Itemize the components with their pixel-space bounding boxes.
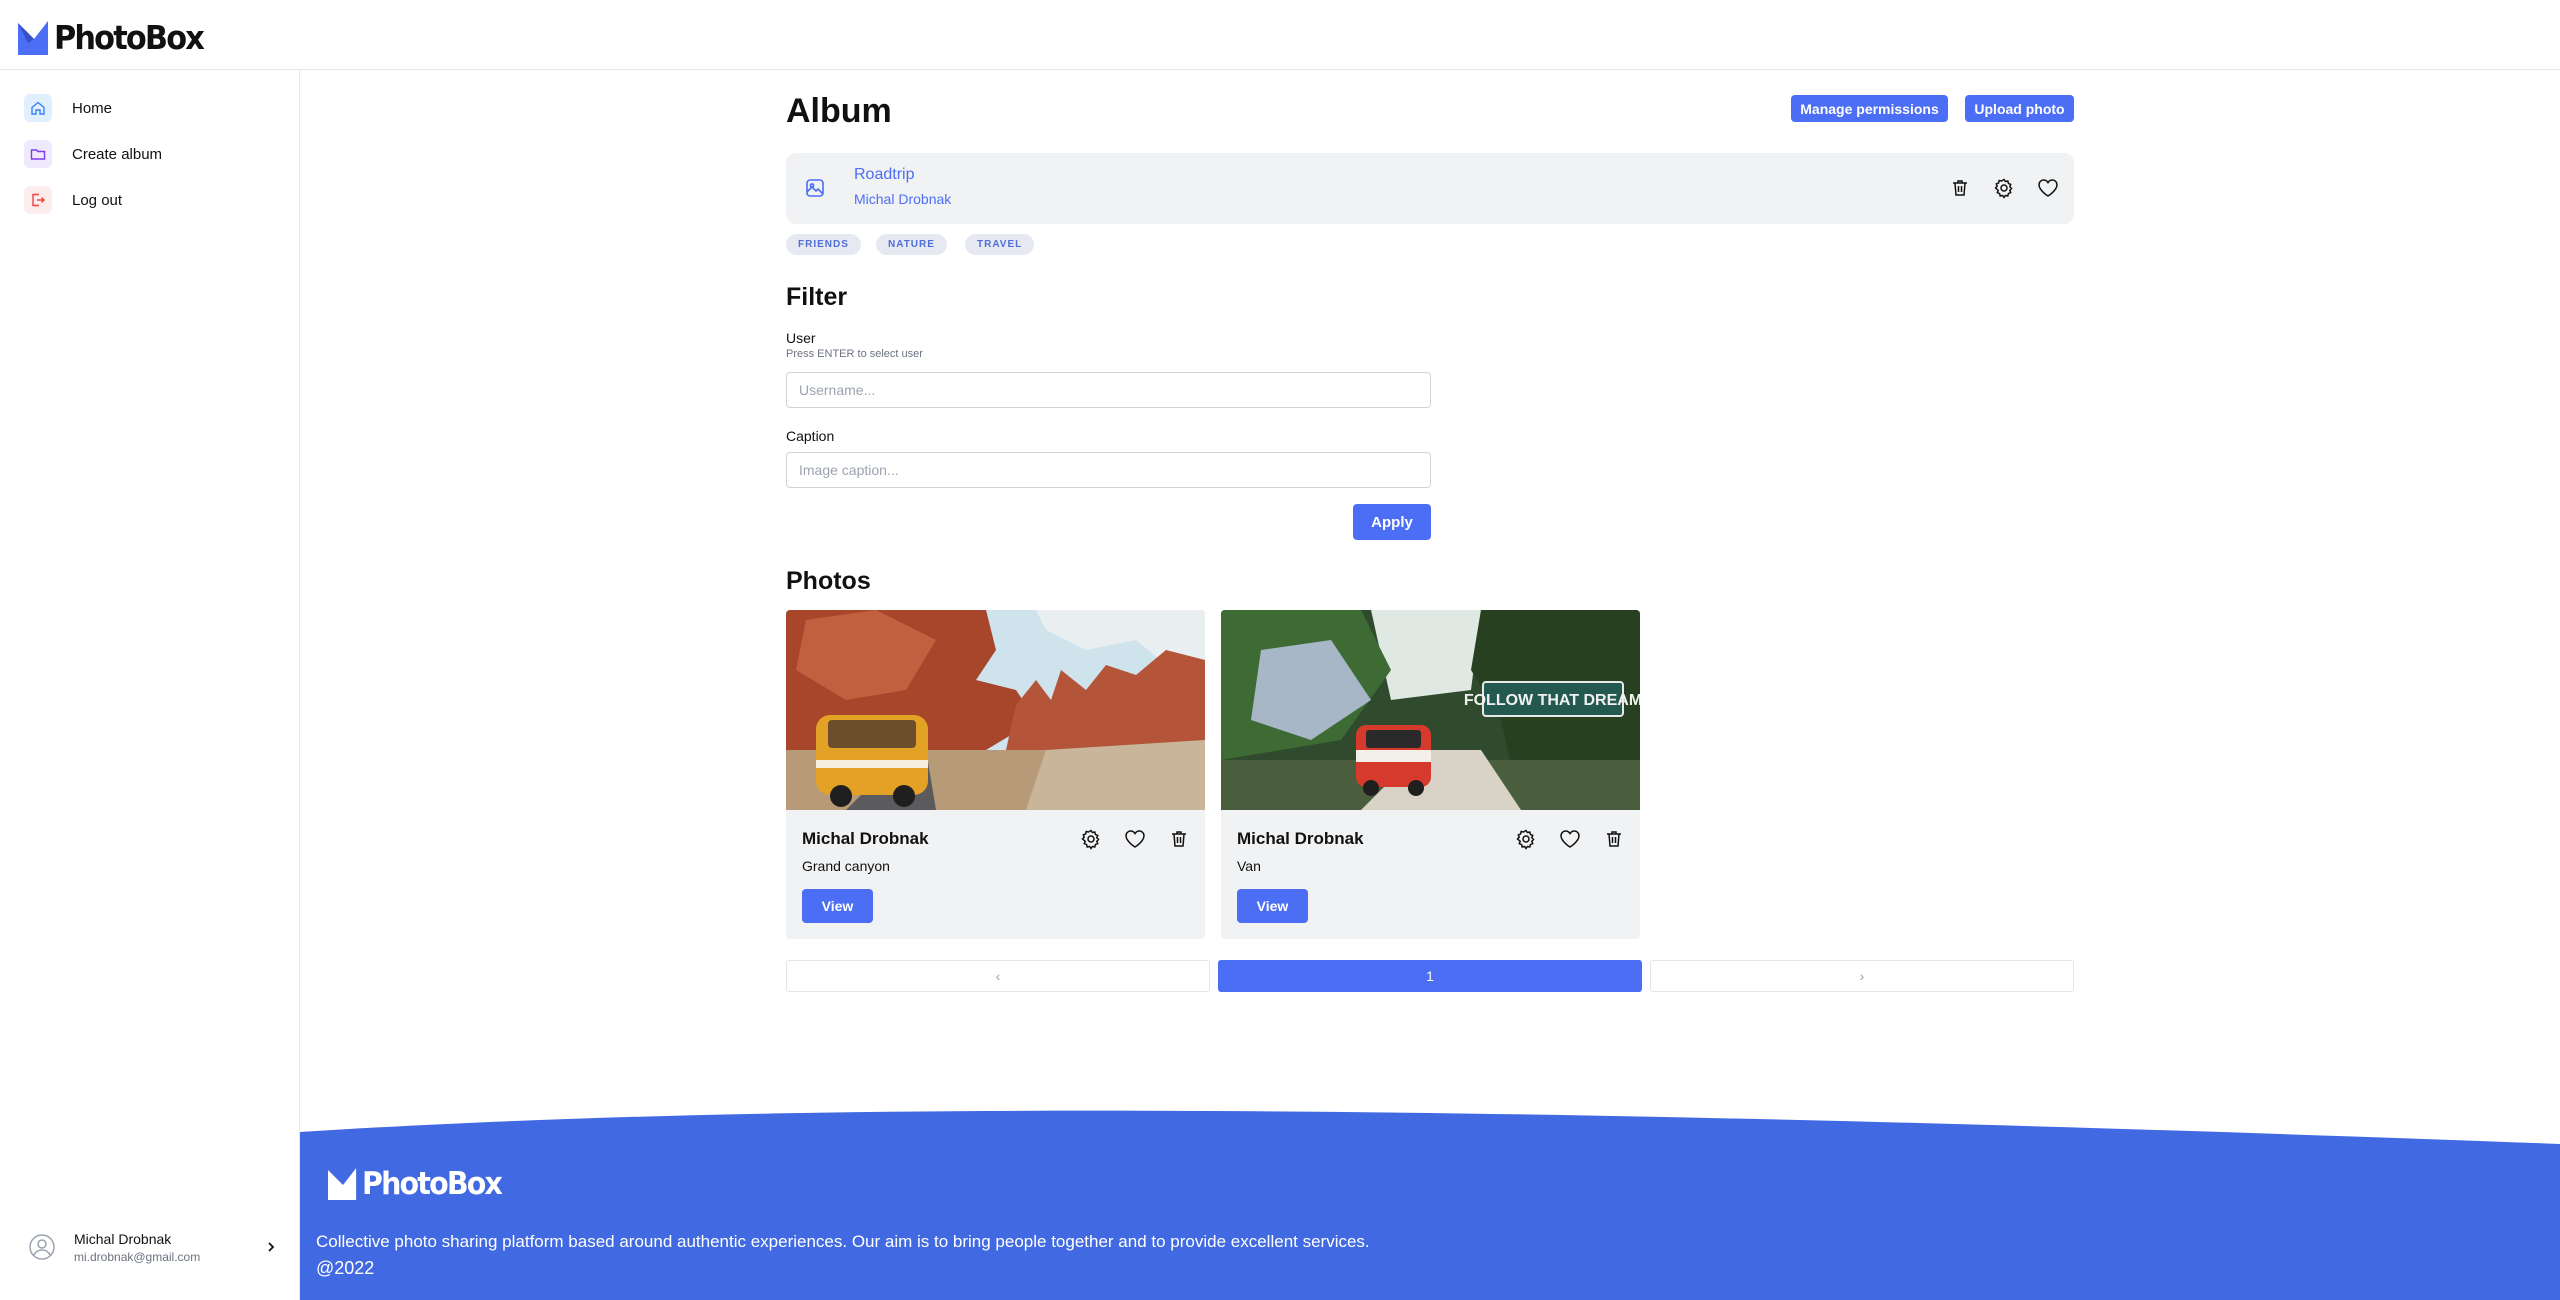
- photo-card: Michal Drobnak Grand canyon View: [786, 610, 1205, 939]
- album-owner-link[interactable]: Michal Drobnak: [854, 191, 951, 207]
- photobox-logo-icon: [18, 20, 48, 55]
- photos-heading: Photos: [786, 567, 871, 595]
- user-field-label: User: [786, 330, 816, 346]
- photo-van[interactable]: FOLLOW THAT DREAM: [1221, 610, 1640, 810]
- avatar-icon: [29, 1234, 55, 1260]
- profile-name: Michal Drobnak: [74, 1230, 172, 1247]
- gear-icon[interactable]: [1513, 826, 1538, 851]
- photo-author: Michal Drobnak: [1237, 829, 1364, 848]
- sidebar-item-create-album[interactable]: Create album: [24, 134, 284, 174]
- tag-travel[interactable]: TRAVEL: [965, 234, 1035, 255]
- sidebar-item-label: Log out: [72, 191, 123, 209]
- footer-description: Collective photo sharing platform based …: [316, 1232, 1370, 1251]
- top-bar: PhotoBox: [0, 0, 2560, 70]
- username-input[interactable]: [786, 372, 1431, 408]
- footer-copyright: @2022: [316, 1258, 375, 1278]
- sidebar-item-log-out[interactable]: Log out: [24, 180, 284, 220]
- chevron-right-icon[interactable]: [264, 1240, 278, 1254]
- pagination-current[interactable]: 1: [1218, 960, 1642, 992]
- photobox-logo-icon: [328, 1168, 357, 1200]
- footer-brand: PhotoBox: [362, 1166, 503, 1202]
- photo-caption: Grand canyon: [802, 858, 890, 874]
- album-card: Roadtrip Michal Drobnak: [786, 153, 2074, 224]
- svg-text:FOLLOW THAT DREAM: FOLLOW THAT DREAM: [1464, 692, 1640, 709]
- heart-icon[interactable]: [1122, 826, 1147, 851]
- footer: PhotoBox Collective photo sharing platfo…: [300, 1110, 2560, 1300]
- trash-icon[interactable]: [1601, 826, 1626, 851]
- view-button[interactable]: View: [1237, 889, 1308, 923]
- caption-input[interactable]: [786, 452, 1431, 488]
- user-field-hint: Press ENTER to select user: [786, 348, 923, 360]
- profile-info: Michal Drobnak mi.drobnak@gmail.com: [74, 1231, 246, 1264]
- sidebar: Home Create album Log out Michal Drobnak…: [0, 70, 300, 1300]
- footer-logo[interactable]: PhotoBox: [328, 1166, 513, 1202]
- tag-friends[interactable]: FRIENDS: [786, 234, 861, 255]
- pagination-next[interactable]: ›: [1650, 960, 2074, 992]
- filter-heading: Filter: [786, 283, 848, 311]
- photo-actions: [1078, 826, 1191, 851]
- gear-icon[interactable]: [1991, 175, 2016, 200]
- upload-photo-button[interactable]: Upload photo: [1965, 95, 2074, 122]
- sidebar-item-home[interactable]: Home: [24, 88, 284, 128]
- profile-email: mi.drobnak@gmail.com: [74, 1249, 201, 1264]
- sidebar-item-label: Create album: [72, 145, 163, 163]
- photo-grand-canyon[interactable]: [786, 610, 1205, 810]
- pagination-prev[interactable]: ‹: [786, 960, 1210, 992]
- photo-author: Michal Drobnak: [802, 829, 929, 848]
- footer-wave: [300, 1110, 2560, 1300]
- apply-button[interactable]: Apply: [1353, 504, 1431, 540]
- caption-field-label: Caption: [786, 428, 835, 444]
- gear-icon[interactable]: [1078, 826, 1103, 851]
- app-name: PhotoBox: [54, 18, 205, 57]
- album-name-link[interactable]: Roadtrip: [854, 166, 914, 184]
- heart-icon[interactable]: [2035, 175, 2060, 200]
- folder-icon: [24, 140, 52, 168]
- image-icon: [804, 177, 826, 204]
- sidebar-item-label: Home: [72, 99, 113, 117]
- app-logo[interactable]: PhotoBox: [18, 18, 216, 57]
- logout-icon: [24, 186, 52, 214]
- view-button[interactable]: View: [802, 889, 873, 923]
- heart-icon[interactable]: [1557, 826, 1582, 851]
- tag-nature[interactable]: NATURE: [876, 234, 947, 255]
- home-icon: [24, 94, 52, 122]
- photo-card: FOLLOW THAT DREAM Michal Drobnak Van Vie…: [1221, 610, 1640, 939]
- trash-icon[interactable]: [1166, 826, 1191, 851]
- manage-permissions-button[interactable]: Manage permissions: [1791, 95, 1948, 122]
- photo-actions: [1513, 826, 1626, 851]
- user-profile[interactable]: Michal Drobnak mi.drobnak@gmail.com: [28, 1222, 278, 1272]
- album-actions: [1947, 175, 2060, 200]
- page-title: Album: [786, 92, 892, 130]
- trash-icon[interactable]: [1947, 175, 1972, 200]
- photo-caption: Van: [1237, 858, 1261, 874]
